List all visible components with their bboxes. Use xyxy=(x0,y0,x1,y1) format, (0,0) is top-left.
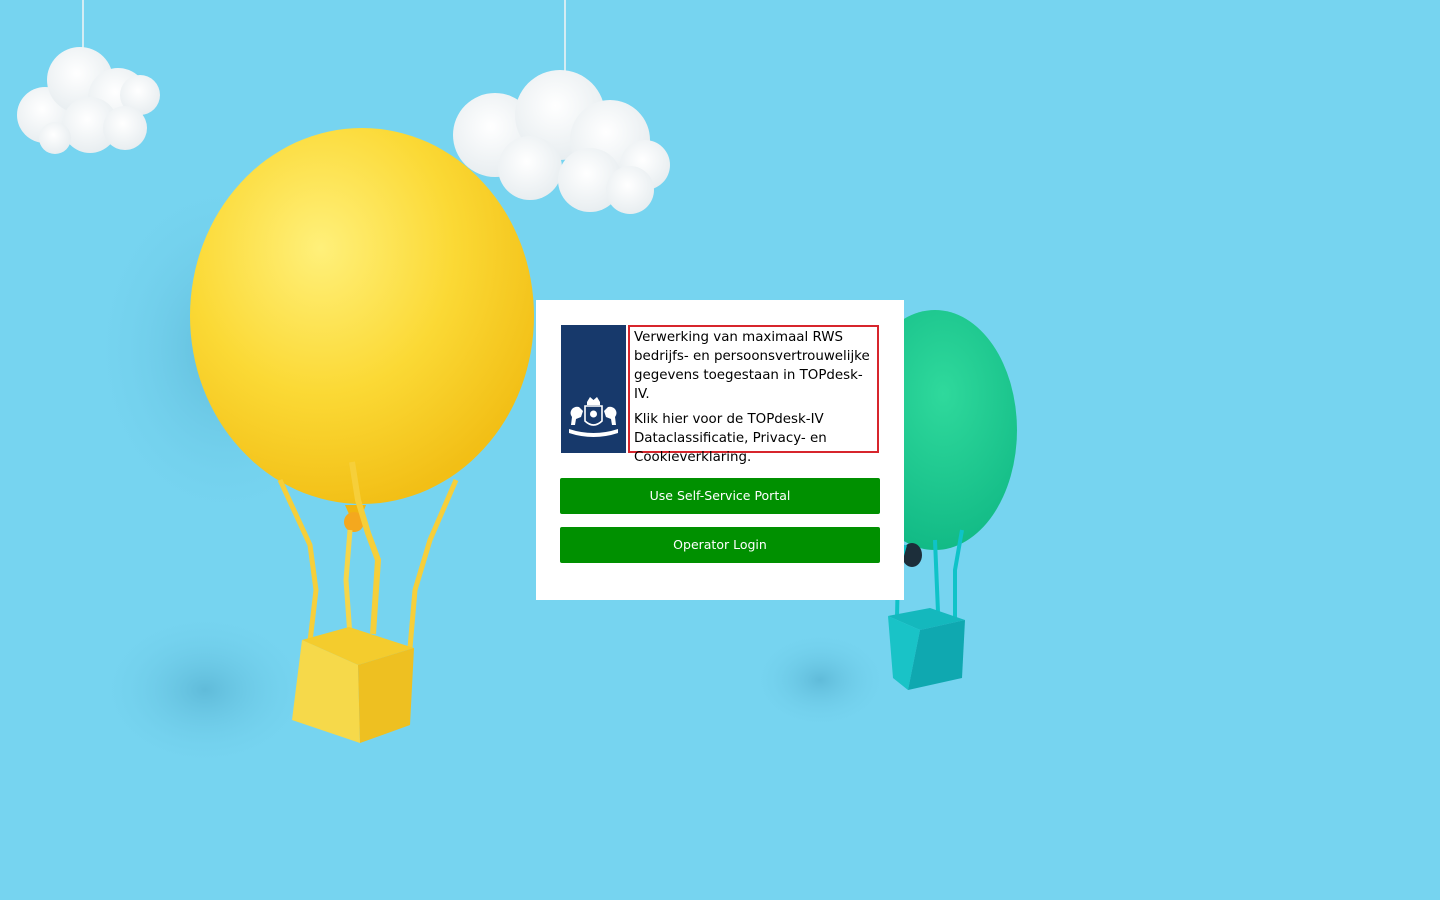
dutch-coat-of-arms-icon xyxy=(569,397,618,437)
self-service-portal-button[interactable]: Use Self-Service Portal xyxy=(560,478,880,514)
operator-login-button[interactable]: Operator Login xyxy=(560,527,880,563)
cloud-left xyxy=(17,47,160,154)
data-classification-notice: Verwerking van maximaal RWS bedrijfs- en… xyxy=(628,325,879,465)
privacy-statement-link[interactable]: Klik hier voor de TOPdesk-IV Dataclassif… xyxy=(634,410,873,467)
logo xyxy=(561,325,626,453)
login-card: Verwerking van maximaal RWS bedrijfs- en… xyxy=(536,300,904,600)
notice-text: Verwerking van maximaal RWS bedrijfs- en… xyxy=(634,330,870,402)
